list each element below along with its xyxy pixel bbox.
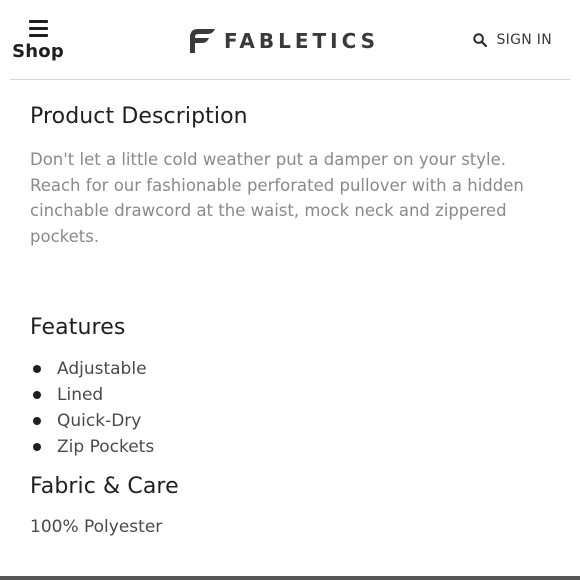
bullet-icon [33, 443, 41, 451]
header-divider [10, 79, 570, 80]
product-details: Product Description Don't let a little c… [30, 104, 550, 537]
brand-name: FABLETICS [224, 29, 380, 53]
feature-item: Lined [30, 382, 550, 408]
page: Shop FABLETICS SIGN IN Product Descripti… [0, 0, 580, 580]
fabletics-logo-icon [190, 29, 215, 53]
feature-label: Lined [57, 385, 104, 405]
feature-label: Adjustable [57, 359, 147, 379]
feature-item: Adjustable [30, 356, 550, 382]
bullet-icon [33, 391, 41, 399]
site-header: Shop FABLETICS SIGN IN [0, 0, 580, 80]
fabric-care-section: Fabric & Care 100% Polyester [30, 474, 550, 537]
features-list: Adjustable Lined Quick-Dry Zip Pockets [30, 356, 550, 460]
features-title: Features [30, 315, 126, 340]
bullet-icon [33, 417, 41, 425]
shop-menu-label: Shop [12, 41, 64, 62]
features-section: Features Adjustable Lined Quick-Dry Zip … [30, 315, 550, 460]
product-description-text: Don't let a little cold weather put a da… [30, 150, 524, 246]
fabric-care-title: Fabric & Care [30, 474, 179, 499]
search-icon[interactable] [472, 33, 487, 47]
feature-label: Zip Pockets [57, 437, 155, 457]
brand-logo[interactable]: FABLETICS [188, 26, 379, 56]
bullet-icon [33, 365, 41, 373]
product-description-section: Product Description Don't let a little c… [30, 104, 550, 249]
feature-item: Quick-Dry [30, 408, 550, 434]
hamburger-icon [28, 20, 48, 37]
shop-menu-button[interactable]: Shop [10, 18, 66, 74]
feature-label: Quick-Dry [57, 411, 142, 431]
product-description-title: Product Description [30, 104, 248, 129]
feature-item: Zip Pockets [30, 434, 550, 460]
fabric-care-text: 100% Polyester [30, 517, 163, 537]
sign-in-button[interactable]: SIGN IN [472, 32, 553, 48]
sign-in-label: SIGN IN [496, 32, 552, 48]
bottom-divider [0, 576, 580, 580]
